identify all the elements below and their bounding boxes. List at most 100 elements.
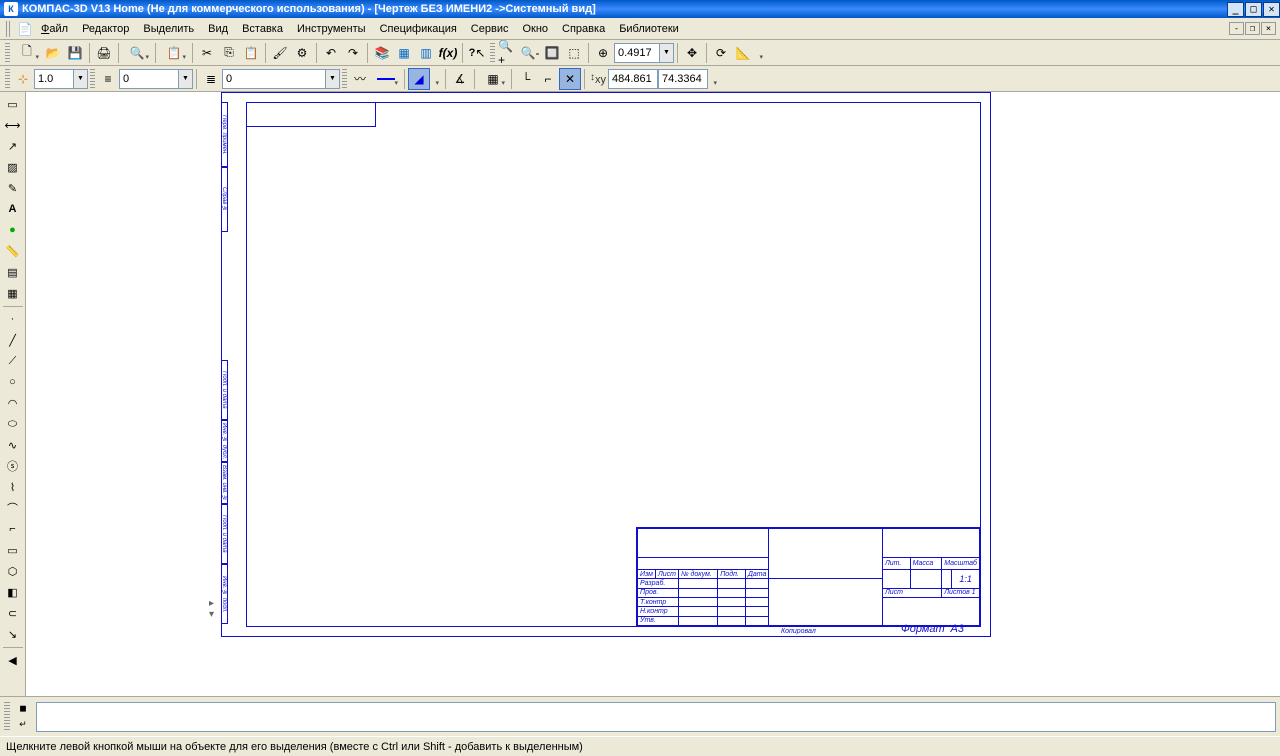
measure-panel-button[interactable]: 📏 — [2, 241, 24, 261]
ellipse-button[interactable]: ⬭ — [2, 414, 24, 434]
aux-line-button[interactable]: ⟋ — [2, 351, 24, 371]
cmd-stop-button[interactable]: ◼ — [14, 702, 32, 716]
bezier-button[interactable]: ⓢ — [2, 456, 24, 476]
menu-insert[interactable]: Вставка — [235, 21, 290, 37]
linetype-dd[interactable] — [371, 68, 401, 90]
arc-button[interactable]: ◠ — [2, 393, 24, 413]
report-panel-button[interactable]: ▦ — [2, 283, 24, 303]
toolbar1-grip[interactable] — [5, 43, 10, 63]
help-button[interactable]: ?↖ — [466, 42, 488, 64]
spline-button[interactable]: ∿ — [2, 435, 24, 455]
save-button[interactable]: 💾 — [64, 42, 86, 64]
cut-button[interactable]: ✂ — [196, 42, 218, 64]
step-combo[interactable]: 1.0 ▼ — [34, 69, 88, 89]
zoom-out-button[interactable]: 🔍- — [519, 42, 541, 64]
layer-num-arrow-icon[interactable]: ▼ — [179, 69, 193, 89]
paste-button[interactable]: 📋 — [240, 42, 262, 64]
eraser-dd[interactable] — [430, 68, 442, 90]
zoom-arrow-icon[interactable]: ▼ — [660, 43, 674, 63]
menu-spec[interactable]: Спецификация — [373, 21, 464, 37]
print-button[interactable]: 🖨 — [93, 42, 115, 64]
new-button[interactable]: 🗋 — [12, 42, 42, 64]
toolbar2c-grip[interactable] — [342, 69, 347, 89]
step-value[interactable]: 1.0 — [34, 69, 74, 89]
dim-panel-button[interactable]: ⟷ — [2, 115, 24, 135]
layer-tool-button[interactable]: ≡ — [97, 68, 119, 90]
contour-button[interactable]: ◧ — [2, 582, 24, 602]
angle-button[interactable]: ∡ — [449, 68, 471, 90]
props-button[interactable]: ⚙ — [291, 42, 313, 64]
redraw-button[interactable]: ⟳ — [710, 42, 732, 64]
fillet-button[interactable]: ⌒ — [2, 498, 24, 518]
param-panel-button[interactable]: ● — [2, 220, 24, 240]
polar-button[interactable]: ⌐ — [537, 68, 559, 90]
menu-select[interactable]: Выделить — [136, 21, 201, 37]
menubar-grip[interactable] — [6, 21, 12, 37]
menu-editor[interactable]: Редактор — [75, 21, 136, 37]
toolbar2-grip[interactable] — [5, 69, 10, 89]
doc-button[interactable]: 📋 — [159, 42, 189, 64]
menu-tools[interactable]: Инструменты — [290, 21, 373, 37]
circle-button[interactable]: ○ — [2, 372, 24, 392]
proj-button[interactable]: ↘ — [2, 624, 24, 644]
doc-close[interactable]: × — [1261, 22, 1276, 35]
grid-button[interactable]: ▦ — [478, 68, 508, 90]
mdi-icon[interactable]: 📄 — [16, 18, 34, 40]
coord-dd[interactable] — [708, 68, 720, 90]
redo-button[interactable]: ↷ — [342, 42, 364, 64]
layer-name-value[interactable]: 0 — [222, 69, 326, 89]
osnap-button[interactable]: ✕ — [559, 68, 581, 90]
point-button[interactable]: · — [2, 309, 24, 329]
spec-panel-button[interactable]: ▤ — [2, 262, 24, 282]
chamfer-button[interactable]: ⌐ — [2, 519, 24, 539]
hatch-panel-button[interactable]: ▨ — [2, 157, 24, 177]
zoom-region-button[interactable]: ⬚ — [563, 42, 585, 64]
cmd-grip[interactable] — [4, 702, 10, 732]
snap-button[interactable]: ⊹ — [12, 68, 34, 90]
config-button[interactable] — [754, 42, 766, 64]
layer-num-value[interactable]: 0 — [119, 69, 179, 89]
spec2-button[interactable]: ▥ — [415, 42, 437, 64]
linetype-icon[interactable]: 〰 — [349, 68, 371, 90]
zoom-in-button[interactable]: 🔍+ — [497, 42, 519, 64]
polygon-button[interactable]: ⬡ — [2, 561, 24, 581]
zoom-value[interactable]: 0.4917 — [614, 43, 660, 63]
zoom-fit-button[interactable]: 🔲 — [541, 42, 563, 64]
layer-num-combo[interactable]: 0 ▼ — [119, 69, 193, 89]
drawing-canvas[interactable]: Перв. примен. Справ № Подп. и дата Инв. … — [26, 92, 1280, 696]
menu-window[interactable]: Окно — [515, 21, 555, 37]
collapse-button[interactable]: ◀ — [2, 650, 24, 670]
doc-restore[interactable]: ❐ — [1245, 22, 1260, 35]
coord-x-input[interactable] — [608, 69, 658, 89]
menu-help[interactable]: Справка — [555, 21, 612, 37]
preview-button[interactable]: 🔍 — [122, 42, 152, 64]
zoom-combo[interactable]: 0.4917 ▼ — [614, 43, 674, 63]
pan-button[interactable]: ✥ — [681, 42, 703, 64]
brush-button[interactable]: 🖌 — [269, 42, 291, 64]
equidist-button[interactable]: ⊂ — [2, 603, 24, 623]
polyline-button[interactable]: ⌇ — [2, 477, 24, 497]
edit-panel-button[interactable]: ✎ — [2, 178, 24, 198]
step-arrow-icon[interactable]: ▼ — [74, 69, 88, 89]
rect-button[interactable]: ▭ — [2, 540, 24, 560]
libs-button[interactable]: 📚 — [371, 42, 393, 64]
close-button[interactable]: ✕ — [1263, 2, 1280, 17]
vars-button[interactable]: f(x) — [437, 42, 459, 64]
command-input[interactable] — [36, 702, 1276, 732]
toolbar2b-grip[interactable] — [90, 69, 95, 89]
menu-service[interactable]: Сервис — [464, 21, 516, 37]
open-button[interactable]: 📂 — [42, 42, 64, 64]
minimize-button[interactable]: _ — [1227, 2, 1244, 17]
menu-file[interactable]: Файл — [34, 21, 75, 37]
layer-name-arrow-icon[interactable]: ▼ — [326, 69, 340, 89]
spec-button[interactable]: ▦ — [393, 42, 415, 64]
notation-panel-button[interactable]: ↗ — [2, 136, 24, 156]
zoom-scale-button[interactable]: ⊕ — [592, 42, 614, 64]
layer-name-combo[interactable]: 0 ▼ — [222, 69, 340, 89]
ortho-button[interactable]: └ — [515, 68, 537, 90]
layer-vis-button[interactable]: ≣ — [200, 68, 222, 90]
undo-button[interactable]: ↶ — [320, 42, 342, 64]
doc-minimize[interactable]: - — [1229, 22, 1244, 35]
toolbar1b-grip[interactable] — [490, 43, 495, 63]
geom-panel-button[interactable]: ▭ — [2, 94, 24, 114]
